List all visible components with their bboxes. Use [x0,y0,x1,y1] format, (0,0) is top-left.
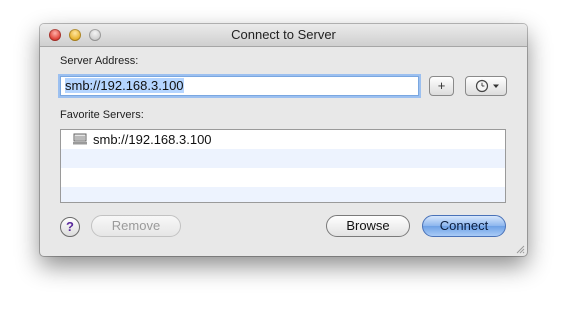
recent-servers-button[interactable] [465,76,507,96]
help-button[interactable]: ? [60,217,80,237]
chevron-down-icon [493,84,499,88]
browse-button[interactable]: Browse [326,215,410,237]
clock-icon [475,79,499,93]
remove-button[interactable]: Remove [91,215,181,237]
favorite-servers-label: Favorite Servers: [60,109,144,121]
window-title: Connect to Server [231,27,336,42]
favorite-servers-list[interactable]: smb://192.168.3.100 [60,129,506,203]
resize-grip-icon[interactable] [515,244,525,254]
server-address-label: Server Address: [60,55,139,67]
add-to-favorites-button[interactable]: + [429,76,454,96]
server-address-value: smb://192.168.3.100 [65,78,184,93]
list-item[interactable]: smb://192.168.3.100 [61,130,505,149]
server-address-input[interactable]: smb://192.168.3.100 [60,76,419,96]
connect-to-server-window: Connect to Server Server Address: smb://… [40,24,527,256]
empty-row [61,168,505,187]
connect-button[interactable]: Connect [422,215,506,237]
empty-row [61,187,505,202]
favorite-server-label: smb://192.168.3.100 [93,132,212,147]
server-icon [73,133,87,145]
screen: Connect to Server Server Address: smb://… [0,0,566,311]
empty-row [61,149,505,168]
title-bar[interactable]: Connect to Server [40,24,527,47]
